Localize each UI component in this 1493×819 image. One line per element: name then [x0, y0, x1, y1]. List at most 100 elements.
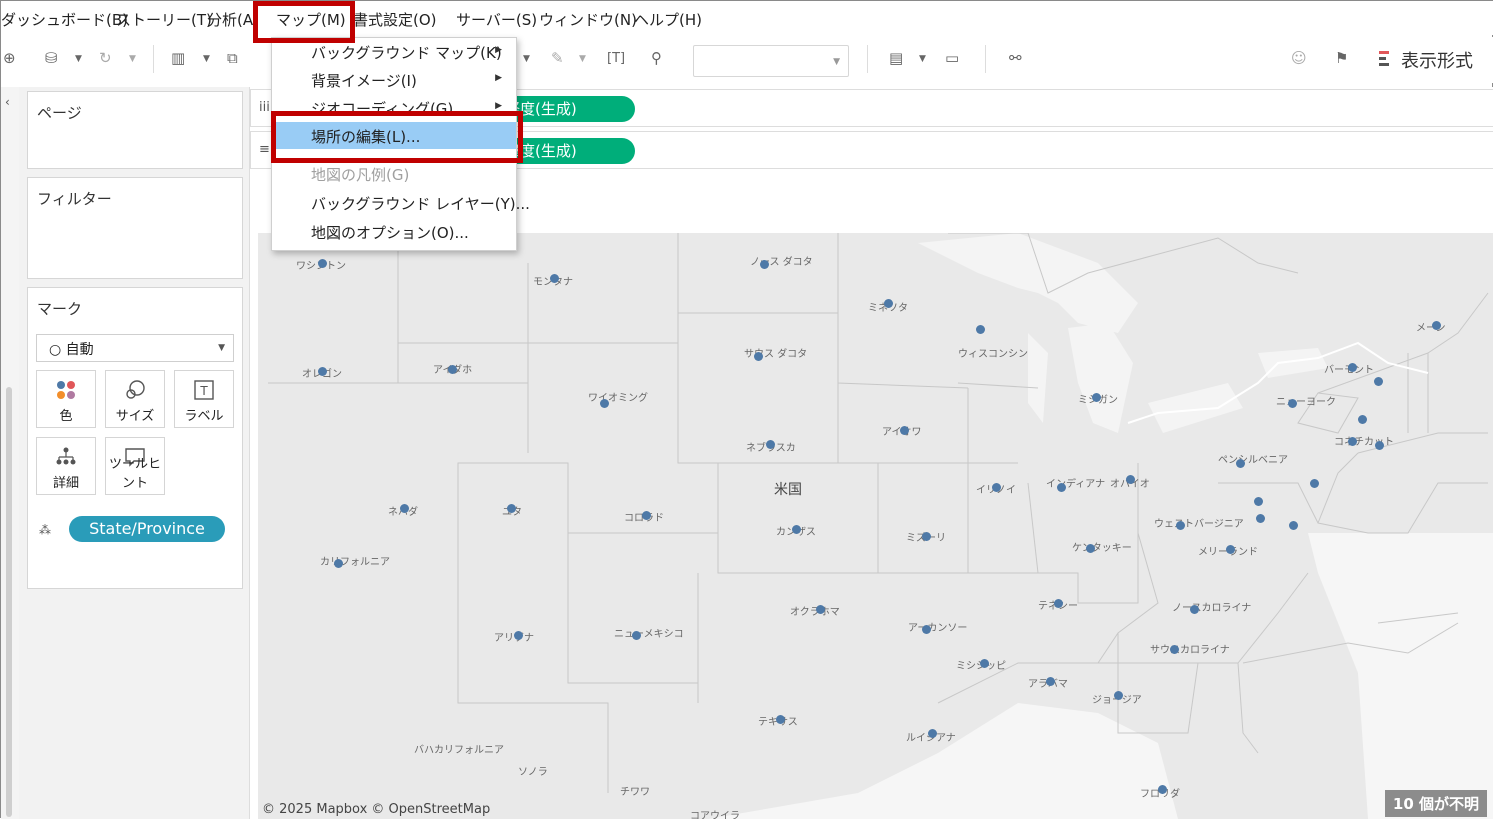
- map-point-north-dakota[interactable]: [760, 260, 769, 269]
- scrollbar[interactable]: [6, 387, 12, 817]
- format-painter-icon[interactable]: ⚑: [1335, 49, 1348, 67]
- map-point-new-jersey[interactable]: [1310, 479, 1319, 488]
- map-point-wisconsin[interactable]: [976, 325, 985, 334]
- sort-chevron-icon[interactable]: ▼: [523, 54, 530, 64]
- color-button[interactable]: 色: [36, 370, 96, 428]
- map-point-delaware[interactable]: [1254, 497, 1263, 506]
- map-point-nebraska[interactable]: [766, 440, 775, 449]
- menu-server[interactable]: サーバー(S): [456, 9, 537, 30]
- map-point-ohio[interactable]: [1126, 475, 1135, 484]
- pages-card[interactable]: ページ: [27, 91, 243, 169]
- show-labels-icon[interactable]: [T]: [607, 51, 625, 66]
- map-point-dc[interactable]: [1289, 521, 1298, 530]
- map-point-arkansas[interactable]: [922, 625, 931, 634]
- map-point-pennsylvania[interactable]: [1236, 459, 1245, 468]
- data-guide-icon[interactable]: ☺: [1291, 49, 1307, 67]
- menu-window[interactable]: ウィンドウ(N): [539, 9, 637, 30]
- map-point-maine[interactable]: [1432, 321, 1441, 330]
- map-point-illinois[interactable]: [992, 483, 1001, 492]
- state-label-pennsylvania: ペンシルベニア: [1218, 455, 1288, 466]
- unknown-locations-indicator[interactable]: 10 個が不明: [1384, 790, 1487, 817]
- map-point-utah[interactable]: [507, 504, 516, 513]
- refresh-icon[interactable]: ↻: [99, 49, 112, 67]
- map-point-texas[interactable]: [776, 715, 785, 724]
- map-point-georgia[interactable]: [1114, 691, 1123, 700]
- map-point-california[interactable]: [334, 559, 343, 568]
- map-point-idaho[interactable]: [448, 365, 457, 374]
- menu-format[interactable]: 書式設定(O): [353, 9, 437, 30]
- map-point-louisiana[interactable]: [928, 729, 937, 738]
- toolbar-divider: [153, 45, 154, 73]
- map-point-new-york[interactable]: [1288, 399, 1297, 408]
- map-point-vermont[interactable]: [1348, 363, 1357, 372]
- map-point-alabama[interactable]: [1046, 677, 1055, 686]
- state-label-south-carolina: サウスカロライナ: [1150, 645, 1230, 656]
- map-point-north-carolina[interactable]: [1190, 605, 1199, 614]
- map-point-iowa[interactable]: [900, 426, 909, 435]
- datasource-icon[interactable]: ⛁: [45, 49, 58, 67]
- map-point-indiana[interactable]: [1057, 483, 1066, 492]
- pin-icon[interactable]: ⚲: [651, 49, 662, 67]
- map-point-virginia[interactable]: [1226, 545, 1235, 554]
- map-point-florida[interactable]: [1158, 785, 1167, 794]
- map-point-michigan[interactable]: [1092, 393, 1101, 402]
- datasource-chevron-icon[interactable]: ▼: [75, 54, 82, 64]
- filters-card[interactable]: フィルター: [27, 177, 243, 279]
- show-me-button[interactable]: 表示形式: [1379, 47, 1473, 73]
- highlight-icon[interactable]: ✎: [551, 49, 564, 67]
- tooltip-button[interactable]: ツールヒント: [105, 437, 165, 495]
- highlight-chevron-icon[interactable]: ▼: [579, 54, 586, 64]
- collapse-left-icon[interactable]: ‹: [5, 95, 10, 109]
- menu-help[interactable]: ヘルプ(H): [634, 9, 702, 30]
- map-point-south-dakota[interactable]: [754, 352, 763, 361]
- map-point-arizona[interactable]: [514, 631, 523, 640]
- show-cards-icon[interactable]: ▤: [889, 49, 903, 67]
- duplicate-icon[interactable]: ⧉: [227, 49, 238, 67]
- mark-type-value: 自動: [65, 342, 94, 358]
- label-button[interactable]: T ラベル: [174, 370, 234, 428]
- size-icon: [106, 379, 164, 405]
- map-point-oregon[interactable]: [318, 367, 327, 376]
- map-point-mississippi[interactable]: [980, 659, 989, 668]
- map-point-wyoming[interactable]: [600, 399, 609, 408]
- menu-item-background-image[interactable]: 背景イメージ(I) ▶: [272, 66, 516, 93]
- map-point-maryland[interactable]: [1256, 514, 1265, 523]
- map-point-montana[interactable]: [550, 274, 559, 283]
- map-point-kansas[interactable]: [792, 525, 801, 534]
- map-point-new-mexico[interactable]: [632, 631, 641, 640]
- map-point-minnesota[interactable]: [884, 299, 893, 308]
- menu-item-map-options[interactable]: 地図のオプション(O)...: [272, 218, 516, 245]
- map-point-massachusetts[interactable]: [1358, 415, 1367, 424]
- map-point-tennessee[interactable]: [1054, 599, 1063, 608]
- show-cards-chevron-icon[interactable]: ▼: [919, 54, 926, 64]
- map-point-washington[interactable]: [318, 259, 327, 268]
- menu-story[interactable]: ストーリー(T): [116, 9, 212, 30]
- map-view[interactable]: ワシントン モンタナ ノース ダコタ ミネソタ オレゴン アイダホ サウス ダコ…: [258, 233, 1493, 819]
- map-point-nevada[interactable]: [400, 504, 409, 513]
- map-point-new-hampshire[interactable]: [1374, 377, 1383, 386]
- menu-analysis[interactable]: 分析(A): [207, 9, 259, 30]
- columns-shelf-icon: iii: [259, 100, 270, 115]
- map-point-connecticut[interactable]: [1348, 437, 1357, 446]
- map-attribution[interactable]: © 2025 Mapbox © OpenStreetMap: [262, 802, 490, 817]
- map-point-rhode-island[interactable]: [1375, 441, 1384, 450]
- map-point-west-virginia[interactable]: [1176, 521, 1185, 530]
- menu-dashboard[interactable]: ダッシュボード(B): [1, 9, 128, 30]
- menu-item-background-layers[interactable]: バックグラウンド レイヤー(Y)...: [272, 189, 530, 216]
- state-province-pill[interactable]: State/Province: [69, 516, 225, 542]
- size-button[interactable]: サイズ: [105, 370, 165, 428]
- fit-dropdown[interactable]: ▼: [693, 45, 849, 77]
- detail-button[interactable]: 詳細: [36, 437, 96, 495]
- map-point-south-carolina[interactable]: [1170, 645, 1179, 654]
- new-worksheet-chevron-icon[interactable]: ▼: [203, 54, 210, 64]
- map-point-missouri[interactable]: [922, 532, 931, 541]
- new-worksheet-icon[interactable]: ▥: [171, 49, 185, 67]
- presentation-icon[interactable]: ▭: [945, 49, 959, 67]
- mark-type-dropdown[interactable]: ○ 自動 ▼: [36, 334, 234, 362]
- share-icon[interactable]: ⚯: [1009, 49, 1022, 67]
- map-point-colorado[interactable]: [642, 511, 651, 520]
- new-datasource-icon[interactable]: ⊕: [3, 49, 16, 67]
- map-point-kentucky[interactable]: [1086, 544, 1095, 553]
- map-point-oklahoma[interactable]: [816, 605, 825, 614]
- refresh-chevron-icon[interactable]: ▼: [129, 54, 136, 64]
